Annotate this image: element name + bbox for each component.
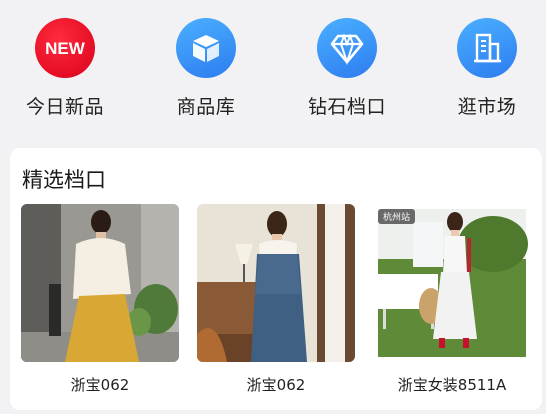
nav-item-new-arrivals[interactable]: NEW 今日新品 (10, 18, 120, 119)
new-badge-icon: NEW (35, 18, 95, 78)
svg-text:NEW: NEW (45, 39, 86, 58)
featured-shops-card: 精选档口 浙宝062 浙宝062 杭州站 浙宝女装8511A (10, 148, 542, 410)
section-title: 精选档口 (22, 168, 106, 192)
shop-name: 浙宝女装8511A (397, 376, 507, 394)
nav-label: 逛市场 (457, 96, 517, 118)
shop-photo[interactable] (197, 204, 355, 362)
box-icon (176, 18, 236, 78)
nav-label: 商品库 (176, 96, 236, 118)
diamond-icon (317, 18, 377, 78)
shop-photo[interactable]: 杭州站 (373, 204, 531, 362)
shop-card[interactable]: 浙宝062 (21, 204, 179, 395)
shop-name: 浙宝062 (246, 376, 306, 394)
nav-item-diamond-shops[interactable]: 钻石档口 (292, 18, 402, 119)
building-icon (457, 18, 517, 78)
nav-label: 钻石档口 (307, 96, 386, 118)
nav-item-product-library[interactable]: 商品库 (151, 18, 261, 119)
shop-photo[interactable] (21, 204, 179, 362)
city-badge: 杭州站 (378, 209, 416, 224)
shop-card[interactable]: 浙宝062 (197, 204, 355, 395)
shop-card[interactable]: 杭州站 浙宝女装8511A (373, 204, 531, 395)
nav-item-browse-market[interactable]: 逛市场 (432, 18, 542, 119)
nav-label: 今日新品 (25, 96, 104, 118)
shop-name: 浙宝062 (70, 376, 130, 394)
quick-nav: NEW 今日新品 商品库 钻石档口 逛市场 (0, 0, 546, 140)
